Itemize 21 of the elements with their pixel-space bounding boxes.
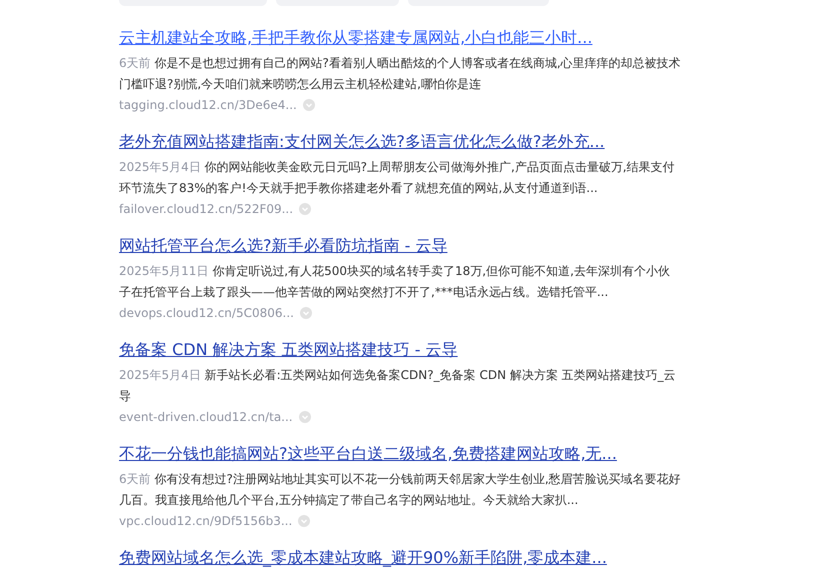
result-url: failover.cloud12.cn/522F09... bbox=[119, 201, 294, 218]
result-url: vpc.cloud12.cn/9Df5156b3... bbox=[119, 513, 292, 530]
result-title-link[interactable]: 老外充值网站搭建指南:支付网关怎么选?多语言优化怎么做?老外充... bbox=[119, 131, 689, 153]
result-snippet: 2025年5月4日 你的网站能收美金欧元日元吗?上周帮朋友公司做海外推广,产品页面点击量破万,结果支付环节流失了83%的客户!今天就手把手教你搭建老外看了就想充值的网站,从支付通道到语... bbox=[119, 159, 676, 197]
result-title-link[interactable]: 免费网站域名怎么选_零成本建站攻略_避开90%新手陷阱,零成本建... bbox=[119, 547, 689, 569]
result-snippet: 2025年5月4日 新手站长必看:五类网站如何选免备案CDN?_免备案 CDN 解决方案 五类网站搭建技巧_云导 bbox=[119, 367, 677, 405]
result-url: devops.cloud12.cn/5C0806... bbox=[119, 305, 294, 322]
dropdown-icon[interactable] bbox=[299, 203, 312, 215]
result-title-link[interactable]: 网站托管平台怎么选?新手必看防坑指南 - 云导 bbox=[119, 235, 689, 257]
dropdown-icon[interactable] bbox=[298, 515, 310, 527]
dropdown-icon[interactable] bbox=[298, 411, 311, 423]
dropdown-icon[interactable] bbox=[300, 307, 312, 319]
result-snippet: 6天前 你是不是也想过拥有自己的网站?看着别人晒出酷炫的个人博客或者在线商城,心里痒痒的却总被技术门槛吓退?别慌,今天咱们就来唠唠怎么用云主机轻松建站,哪怕你是连 bbox=[119, 55, 681, 93]
result-url: event-driven.cloud12.cn/ta... bbox=[119, 409, 293, 426]
result-title-link[interactable]: 不花一分钱也能搞网站?这些平台白送二级域名,免费搭建网站攻略,无... bbox=[119, 443, 689, 465]
result-snippet: 6天前 你有没有想过?注册网站地址其实可以不花一分钱前两天邻居家大学生创业,愁眉苦脸说买域名要花好几百。我直接甩给他几个平台,五分钟搞定了带自己名字的网站地址。今天就给大家扒... bbox=[119, 471, 681, 509]
result-title-link[interactable]: 云主机建站全攻略,手把手教你从零搭建专属网站,小白也能三小时... bbox=[119, 27, 689, 49]
result-snippet: 2025年5月11日 你肯定听说过,有人花500块买的域名转手卖了18万,但你可能不知道,去年深圳有个小伙子在托管平台上栽了跟头——他辛苦做的网站突然打不开了,***电话永远占线。选错托管平... bbox=[119, 263, 671, 301]
dropdown-icon[interactable] bbox=[302, 99, 315, 111]
result-url: tagging.cloud12.cn/3De6e4... bbox=[119, 97, 297, 114]
result-title-link[interactable]: 免备案 CDN 解决方案 五类网站搭建技巧 - 云导 bbox=[119, 339, 689, 361]
